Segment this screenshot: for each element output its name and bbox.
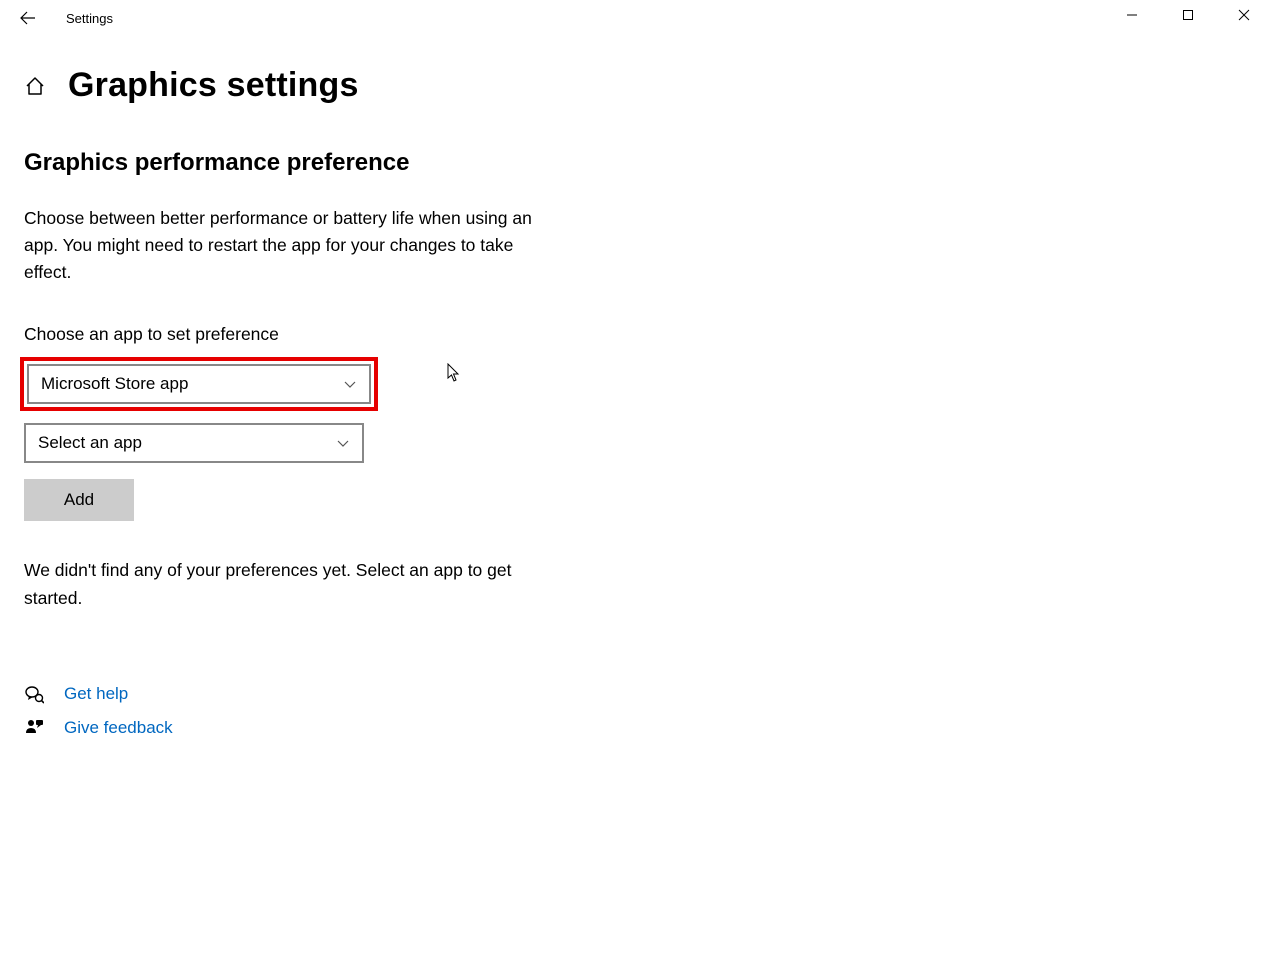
add-button[interactable]: Add [24,479,134,521]
window-controls [1104,0,1272,30]
content-area: Graphics settings Graphics performance p… [0,36,1272,738]
help-icon [24,684,44,704]
get-help-link[interactable]: Get help [24,684,1272,704]
page-header: Graphics settings [24,66,1272,105]
give-feedback-text: Give feedback [64,718,173,738]
select-app-dropdown[interactable]: Select an app [24,423,364,463]
field-label: Choose an app to set preference [24,324,1272,345]
home-icon[interactable] [24,75,46,97]
minimize-button[interactable] [1104,0,1160,30]
feedback-icon [24,718,44,738]
minimize-icon [1126,9,1138,21]
app-type-dropdown[interactable]: Microsoft Store app [27,364,371,404]
arrow-left-icon [19,9,37,27]
dropdown-selected-text: Microsoft Store app [41,374,188,394]
back-button[interactable] [8,0,48,36]
close-icon [1238,9,1250,21]
highlight-annotation: Microsoft Store app [20,357,378,411]
give-feedback-link[interactable]: Give feedback [24,718,1272,738]
section-title: Graphics performance preference [24,149,1272,177]
help-links: Get help Give feedback [24,684,1272,738]
titlebar: Settings [0,0,1272,36]
app-title: Settings [66,11,113,26]
maximize-icon [1182,9,1194,21]
page-title: Graphics settings [68,66,359,105]
close-button[interactable] [1216,0,1272,30]
chevron-down-icon [343,377,357,391]
dropdown-selected-text: Select an app [38,433,142,453]
section-description: Choose between better performance or bat… [24,205,554,286]
chevron-down-icon [336,436,350,450]
maximize-button[interactable] [1160,0,1216,30]
status-text: We didn't find any of your preferences y… [24,557,564,611]
get-help-text: Get help [64,684,128,704]
